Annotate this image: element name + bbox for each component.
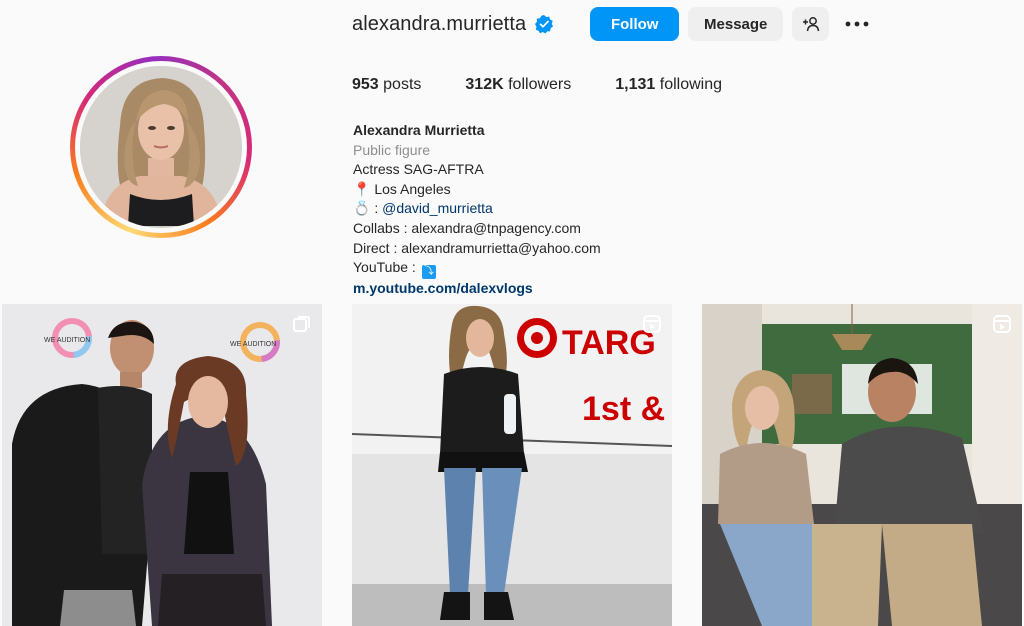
bio-collabs: Collabs : alexandra@tnpagency.com (353, 219, 581, 236)
post-tile[interactable]: TARG 1st & (352, 304, 672, 626)
backdrop-logo-text: WE AUDITION (230, 341, 276, 348)
bio-line: Actress SAG-AFTRA (353, 161, 484, 178)
add-user-button[interactable] (792, 7, 830, 41)
location-pin-icon: 📍 (353, 180, 371, 197)
bio-location: 📍 Los Angeles (353, 180, 451, 197)
profile-stats: 953 posts 312K followers 1,131 following (352, 76, 766, 94)
profile-bio: Alexandra Murrietta Public figure Actres… (353, 121, 601, 299)
more-options-button[interactable] (843, 7, 871, 41)
category-label: Public figure (353, 141, 431, 158)
story-ring[interactable] (70, 56, 252, 238)
backdrop-logo-text: WE AUDITION (44, 337, 90, 344)
add-user-icon (802, 17, 819, 32)
profile-page: alexandra.murrietta Follow Message 953 p… (0, 0, 1024, 626)
verified-badge-icon (534, 14, 554, 34)
username: alexandra.murrietta (352, 12, 527, 35)
post-tile[interactable]: WE AUDITION WE AUDITION (2, 304, 322, 626)
avatar[interactable] (80, 66, 242, 228)
post-tile[interactable] (702, 304, 1022, 626)
profile-header: alexandra.murrietta Follow Message (352, 6, 871, 42)
full-name: Alexandra Murrietta (353, 122, 485, 138)
bio-external-link[interactable]: m.youtube.com/dalexvlogs (353, 279, 601, 299)
message-button[interactable]: Message (688, 7, 784, 41)
arrow-down-icon: ⤵ (421, 265, 436, 280)
wall-sign-text: 1st & (582, 390, 665, 428)
followers-count[interactable]: 312K followers (465, 76, 571, 94)
reel-icon (643, 315, 661, 333)
ring-icon: 💍 (353, 200, 371, 217)
more-options-icon (845, 21, 869, 27)
post-image: TARG 1st & (352, 304, 672, 626)
bio-youtube: YouTube : ⤵ (353, 259, 436, 280)
carousel-icon (293, 316, 310, 332)
following-count[interactable]: 1,131 following (615, 76, 722, 94)
partner-mention-link[interactable]: @david_murrietta (382, 200, 493, 216)
bio-partner: 💍 : @david_murrietta (353, 200, 493, 217)
post-image: WE AUDITION WE AUDITION (2, 304, 322, 626)
reel-icon (993, 315, 1011, 333)
follow-button[interactable]: Follow (590, 7, 680, 41)
posts-count: 953 posts (352, 76, 422, 93)
bio-direct: Direct : alexandramurrietta@yahoo.com (353, 239, 601, 256)
post-image (702, 304, 1022, 626)
